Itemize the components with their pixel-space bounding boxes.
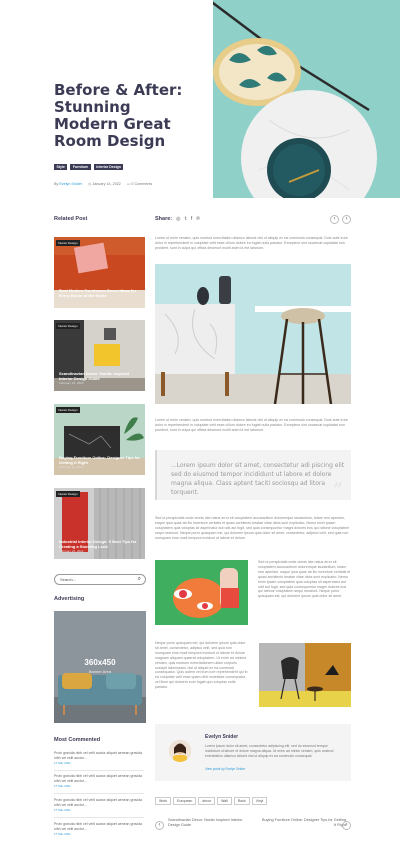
- comment-text: Proin gravida nibh vel velit auctor aliq…: [54, 822, 142, 831]
- twitter-icon[interactable]: 𝕥: [185, 216, 187, 222]
- post-date: January 14, 2022: [92, 182, 121, 186]
- quote-icon: ”: [332, 478, 343, 502]
- avatar[interactable]: [169, 740, 191, 762]
- related-label: Interior Design: [56, 240, 80, 246]
- article-image-chair: [259, 643, 351, 707]
- author-posts-link[interactable]: View posts by Evelyn Snider: [205, 767, 245, 771]
- author-prefix: By: [54, 182, 59, 186]
- related-post-card[interactable]: Interior Design Scandinavian Decor: Nord…: [54, 320, 145, 391]
- hero-tags: Style Furniture Interior Design: [54, 164, 124, 170]
- paragraph: Sed ut perspiciatis unde omnis iste natu…: [258, 560, 351, 599]
- ad-subtitle: Banner Area: [88, 669, 112, 674]
- pinterest-icon[interactable]: ℗: [196, 216, 200, 222]
- related-date: February 24, 2022: [59, 381, 84, 385]
- comment-icon: ▭: [126, 182, 131, 186]
- related-label: Interior Design: [56, 323, 80, 329]
- comment-text: Proin gravida nibh vel velit auctor aliq…: [54, 751, 142, 760]
- prev-arrow-button[interactable]: ‹: [330, 215, 339, 224]
- paragraph: Neque porro quisquam est, qui dolorem ip…: [155, 641, 248, 690]
- blockquote: ...Lorem ipsum dolor sit amet, consectet…: [155, 450, 351, 502]
- tag-link[interactable]: Vinyl: [251, 797, 268, 805]
- instagram-icon[interactable]: ◎: [176, 216, 180, 222]
- most-commented-heading: Most Commented: [54, 737, 101, 743]
- author-link[interactable]: Evelyn Snider: [59, 182, 82, 186]
- comment-item[interactable]: Proin gravida nibh vel velit auctor aliq…: [54, 822, 144, 836]
- comments-meta[interactable]: ▭ 0 Comments: [127, 182, 152, 186]
- tag-link[interactable]: decor: [198, 797, 216, 805]
- clock-icon: ◷: [88, 182, 92, 186]
- paragraph: Lorem ut enim veniam, quis nostrud exerc…: [155, 236, 348, 250]
- facebook-icon[interactable]: f: [191, 216, 192, 222]
- author-name[interactable]: Evelyn Snider: [205, 734, 238, 740]
- related-title-text: Buying Furniture Online: Designer Tips f…: [59, 455, 141, 465]
- next-arrow-button[interactable]: ›: [342, 215, 351, 224]
- comment-text: Proin gravida nibh vel velit auctor aliq…: [54, 798, 142, 807]
- author-meta: By Evelyn Snider: [54, 182, 82, 186]
- quote-text: ...Lorem ipsum dolor sit amet, consectet…: [171, 462, 345, 496]
- advertising-heading: Advertising: [54, 596, 85, 602]
- comment-item[interactable]: Proin gravida nibh vel velit auctor aliq…: [54, 774, 144, 788]
- search-input[interactable]: Search... ⌕: [54, 574, 146, 585]
- divider: [54, 793, 144, 794]
- search-icon[interactable]: ⌕: [138, 576, 141, 583]
- related-date: February 24, 2022: [59, 549, 84, 553]
- paragraph: Lorem ut enim veniam, quis nostrud exerc…: [155, 418, 348, 432]
- prev-post-link[interactable]: Scandinavian Decor: Nordic Inspired Inte…: [168, 818, 252, 828]
- related-date: February 24, 2022: [59, 298, 84, 302]
- related-title: Buying Furniture Online: Designer Tips f…: [59, 455, 141, 470]
- ad-size: 360x450: [84, 658, 116, 667]
- comment-item[interactable]: Proin gravida nibh vel velit auctor aliq…: [54, 751, 144, 765]
- related-title-text: Industrial Interior Design: 5 Best Tips …: [59, 539, 137, 549]
- related-post-card[interactable]: Interior Design Buying Furniture Online:…: [54, 404, 145, 475]
- tag-link[interactable]: Wall: [217, 797, 232, 805]
- search-placeholder: Search...: [60, 577, 77, 582]
- date-meta: ◷ January 14, 2022: [88, 182, 121, 186]
- comment-date: 17 Mar 2021: [54, 832, 71, 837]
- tag-furniture[interactable]: Furniture: [70, 164, 91, 170]
- related-label: Interior Design: [56, 407, 80, 413]
- next-post-link[interactable]: Buying Furniture Online: Designer Tips f…: [262, 818, 346, 828]
- related-label: Interior Design: [56, 491, 80, 497]
- tag-link[interactable]: Work: [155, 797, 172, 805]
- prev-post-arrow[interactable]: ‹: [155, 821, 164, 830]
- tag-interior-design[interactable]: Interior Design: [93, 164, 124, 170]
- tag-style[interactable]: Style: [54, 164, 68, 170]
- related-date: February 24, 2022: [59, 465, 84, 469]
- author-bio: Lorem ipsum dolor sit amet, consectetur …: [205, 744, 334, 758]
- comments-count: 0 Comments: [131, 182, 153, 186]
- related-title-text: Best Modern Farmhouse Decor Ideas for Ev…: [59, 288, 137, 298]
- paragraph: Sed ut perspiciatis unde omnis iste natu…: [155, 516, 350, 540]
- divider: [54, 817, 144, 818]
- page-title: Before & After: Stunning Modern Great Ro…: [54, 81, 183, 150]
- comment-date: 17 Mar 2021: [54, 761, 71, 766]
- next-post-arrow[interactable]: ›: [342, 821, 351, 830]
- article-image-sideboard: [155, 264, 351, 404]
- related-title-text: Scandinavian Decor: Nordic Inspired Inte…: [59, 371, 130, 381]
- related-title: Scandinavian Decor: Nordic Inspired Inte…: [59, 371, 141, 386]
- related-heading: Related Post: [54, 216, 88, 222]
- article-image-table: [155, 560, 248, 625]
- tag-link[interactable]: Rack: [233, 797, 250, 805]
- related-post-card[interactable]: Interior Design Industrial Interior Desi…: [54, 488, 145, 559]
- post-tags: Work European decor Wall Rack Vinyl: [155, 797, 268, 805]
- author-box: Evelyn Snider Lorem ipsum dolor sit amet…: [155, 724, 351, 781]
- tag-link[interactable]: European: [173, 797, 197, 805]
- related-title: Best Modern Farmhouse Decor Ideas for Ev…: [59, 288, 141, 303]
- comment-text: Proin gravida nibh vel velit auctor aliq…: [54, 774, 142, 783]
- ad-banner[interactable]: 360x450 Banner Area: [54, 611, 146, 723]
- share-label: Share:: [155, 216, 173, 222]
- comment-item[interactable]: Proin gravida nibh vel velit auctor aliq…: [54, 798, 144, 812]
- related-title: Industrial Interior Design: 5 Best Tips …: [59, 539, 141, 554]
- comment-date: 17 Mar 2021: [54, 784, 71, 789]
- related-post-card[interactable]: Interior Design Best Modern Farmhouse De…: [54, 237, 145, 308]
- comment-date: 17 Mar 2021: [54, 808, 71, 813]
- divider: [54, 770, 144, 771]
- ad-image: [54, 611, 146, 723]
- share-bar: Share: ◎ 𝕥 f ℗: [155, 216, 200, 222]
- post-meta: By Evelyn Snider ◷ January 14, 2022 ▭ 0 …: [54, 182, 152, 186]
